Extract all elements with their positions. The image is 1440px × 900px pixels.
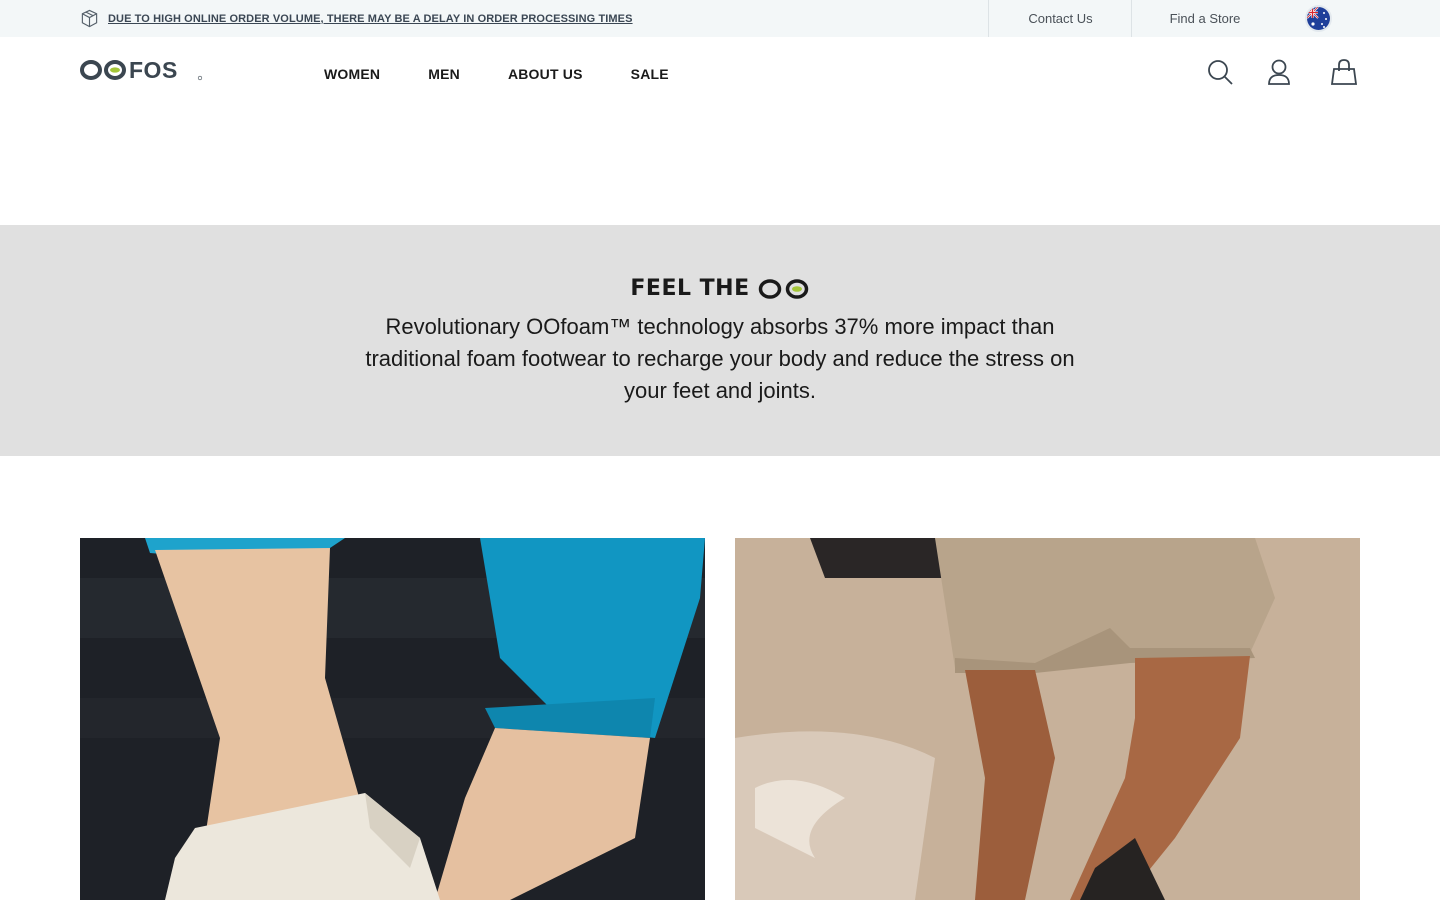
- account-icon[interactable]: [1264, 57, 1294, 87]
- bag-icon[interactable]: [1329, 57, 1359, 87]
- announcement-link[interactable]: DUE TO HIGH ONLINE ORDER VOLUME, THERE M…: [108, 13, 633, 25]
- svg-text:FOS: FOS: [129, 58, 178, 82]
- feel-title: FEEL THE: [0, 276, 1440, 301]
- contact-us-link[interactable]: Contact Us: [988, 0, 1132, 37]
- australia-flag-icon[interactable]: [1305, 5, 1332, 32]
- nav-about-us[interactable]: ABOUT US: [508, 65, 583, 83]
- women-lifestyle-image[interactable]: [80, 538, 705, 900]
- nav-sale[interactable]: SALE: [631, 65, 669, 83]
- site-header: FOS WOMEN MEN ABOUT US SALE: [0, 37, 1440, 109]
- nav-men[interactable]: MEN: [428, 65, 460, 83]
- feel-description: Revolutionary OOfoam™ technology absorbs…: [365, 314, 1075, 403]
- find-a-store-link[interactable]: Find a Store: [1131, 0, 1278, 37]
- main-nav: WOMEN MEN ABOUT US SALE: [324, 65, 717, 83]
- announcement-bar: DUE TO HIGH ONLINE ORDER VOLUME, THERE M…: [0, 0, 1440, 37]
- search-icon[interactable]: [1205, 57, 1235, 87]
- package-icon: [81, 9, 98, 28]
- nav-women[interactable]: WOMEN: [324, 65, 380, 83]
- men-lifestyle-image[interactable]: [735, 538, 1360, 900]
- feel-the-oo-banner: FEEL THE Revolutionary OOfoam™ technolog…: [0, 225, 1440, 456]
- oofos-logo[interactable]: FOS: [80, 58, 204, 82]
- oo-logo-mark: [758, 278, 808, 299]
- announcement: DUE TO HIGH ONLINE ORDER VOLUME, THERE M…: [80, 0, 633, 37]
- feel-title-text: FEEL THE: [630, 276, 750, 301]
